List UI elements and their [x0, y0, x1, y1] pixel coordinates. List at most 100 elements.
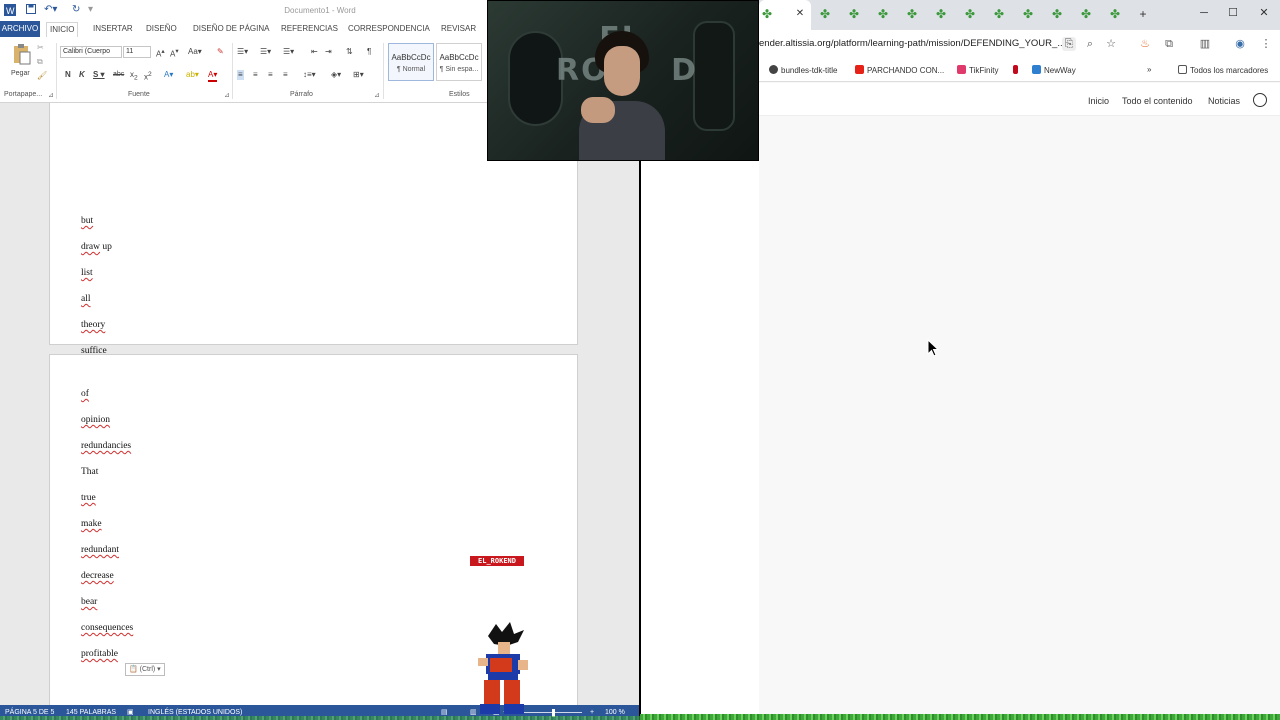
- nav-noticias[interactable]: Noticias: [1208, 96, 1240, 106]
- grow-font-icon[interactable]: A▴: [156, 47, 165, 60]
- clipboard-launcher-icon[interactable]: ⊿: [48, 91, 54, 101]
- document-line[interactable]: list: [81, 268, 93, 278]
- document-line[interactable]: redundancies: [81, 441, 131, 451]
- show-marks-icon[interactable]: ¶: [367, 47, 371, 57]
- document-line[interactable]: redundant: [81, 545, 119, 555]
- document-line[interactable]: all: [81, 294, 91, 304]
- more-bookmarks-icon[interactable]: »: [1147, 65, 1151, 74]
- paste-icon[interactable]: [12, 43, 32, 68]
- paste-options-button[interactable]: 📋 (Ctrl) ▾: [125, 663, 165, 676]
- bookmark-item[interactable]: bundles-tdk-title: [769, 65, 837, 75]
- clear-formatting-icon[interactable]: ✎: [217, 47, 224, 57]
- tab-diseno-de-pagina[interactable]: DISEÑO DE PÁGINA: [193, 24, 269, 33]
- highlight-icon[interactable]: ab▾: [186, 70, 199, 80]
- multilevel-list-icon[interactable]: ☰▾: [283, 47, 294, 57]
- tab-favicon-icon[interactable]: ✤: [1078, 6, 1094, 22]
- cut-icon[interactable]: ✂: [37, 43, 44, 53]
- document-line[interactable]: draw up: [81, 242, 112, 252]
- font-color-icon[interactable]: A▾: [208, 70, 218, 82]
- document-line[interactable]: make: [81, 519, 102, 529]
- text-effects-icon[interactable]: A▾: [164, 70, 173, 80]
- change-case-icon[interactable]: Aa▾: [188, 47, 202, 57]
- minimize-icon[interactable]: ─: [1197, 6, 1211, 20]
- document-line[interactable]: consequences: [81, 623, 133, 633]
- align-center-icon[interactable]: ≡: [253, 70, 258, 80]
- bookmark-item[interactable]: [1013, 65, 1021, 75]
- page-content[interactable]: [759, 116, 1280, 714]
- italic-icon[interactable]: K: [79, 70, 85, 80]
- bullets-icon[interactable]: ☰▾: [237, 47, 248, 57]
- tab-favicon-icon[interactable]: ✤: [846, 6, 862, 22]
- align-left-icon[interactable]: ≡: [237, 70, 244, 80]
- tab-referencias[interactable]: REFERENCIAS: [281, 24, 338, 33]
- close-tab-icon[interactable]: ✕: [792, 6, 808, 22]
- extension-flame-icon[interactable]: ♨: [1138, 37, 1152, 51]
- document-line[interactable]: profitable: [81, 649, 118, 659]
- tab-revisar[interactable]: REVISAR: [441, 24, 476, 33]
- shading-icon[interactable]: ◈▾: [331, 70, 341, 80]
- superscript-icon[interactable]: x2: [144, 70, 152, 83]
- profile-avatar-icon[interactable]: ◉: [1233, 37, 1247, 51]
- tab-favicon-icon[interactable]: ✤: [759, 6, 775, 22]
- document-line[interactable]: but: [81, 216, 93, 226]
- tab-archivo[interactable]: ARCHIVO: [0, 21, 40, 37]
- tab-favicon-icon[interactable]: ✤: [962, 6, 978, 22]
- bookmark-star-icon[interactable]: ☆: [1104, 37, 1118, 51]
- nav-inicio[interactable]: Inicio: [1088, 96, 1109, 106]
- tab-favicon-icon[interactable]: ✤: [817, 6, 833, 22]
- style-sin-espaciado[interactable]: AaBbCcDc ¶ Sin espa...: [436, 43, 482, 81]
- all-bookmarks-folder[interactable]: Todos los marcadores: [1178, 65, 1268, 75]
- extensions-puzzle-icon[interactable]: ⧉: [1162, 37, 1176, 51]
- tab-favicon-icon[interactable]: ✤: [1107, 6, 1123, 22]
- tab-favicon-icon[interactable]: ✤: [875, 6, 891, 22]
- tab-favicon-icon[interactable]: ✤: [1049, 6, 1065, 22]
- document-line[interactable]: theory: [81, 320, 105, 330]
- bookmark-item[interactable]: PARCHANDO CON...: [855, 65, 944, 75]
- tab-favicon-icon[interactable]: ✤: [933, 6, 949, 22]
- borders-icon[interactable]: ⊞▾: [353, 70, 364, 80]
- sort-icon[interactable]: ⇅: [346, 47, 353, 57]
- document-line[interactable]: true: [81, 493, 96, 503]
- nav-todo-el-contenido[interactable]: Todo el contenido: [1122, 96, 1193, 106]
- new-tab-icon[interactable]: +: [1135, 6, 1151, 22]
- maximize-icon[interactable]: ☐: [1226, 6, 1240, 20]
- document-line[interactable]: bear: [81, 597, 97, 607]
- user-account-icon[interactable]: [1253, 93, 1267, 107]
- bookmark-item[interactable]: TikFinity: [957, 65, 998, 75]
- document-line[interactable]: opinion: [81, 415, 110, 425]
- format-painter-icon[interactable]: 🖌: [37, 71, 47, 81]
- paste-button[interactable]: Pegar: [11, 69, 30, 79]
- tab-favicon-icon[interactable]: ✤: [991, 6, 1007, 22]
- font-size-combo[interactable]: 11: [123, 46, 151, 58]
- numbering-icon[interactable]: ☰▾: [260, 47, 271, 57]
- tab-favicon-icon[interactable]: ✤: [904, 6, 920, 22]
- tab-diseno[interactable]: DISEÑO: [146, 24, 177, 33]
- bookmark-item[interactable]: NewWay: [1032, 65, 1076, 75]
- document-line[interactable]: decrease: [81, 571, 114, 581]
- increase-indent-icon[interactable]: ⇥: [325, 47, 332, 57]
- zoom-icon[interactable]: ⌕: [1083, 37, 1097, 51]
- underline-icon[interactable]: S ▾: [93, 70, 105, 80]
- document-area[interactable]: butdraw uplistalltheorysufficeunion repr…: [0, 103, 640, 705]
- font-name-combo[interactable]: Calibri (Cuerpo: [60, 46, 122, 58]
- bold-icon[interactable]: N: [65, 70, 71, 80]
- tab-favicon-icon[interactable]: ✤: [1020, 6, 1036, 22]
- font-launcher-icon[interactable]: ⊿: [224, 91, 230, 101]
- translate-icon[interactable]: ⎘: [1062, 37, 1076, 51]
- url-text[interactable]: ender.altissia.org/platform/learning-pat…: [759, 38, 1065, 49]
- justify-icon[interactable]: ≡: [283, 70, 288, 80]
- tab-correspondencia[interactable]: CORRESPONDENCIA: [348, 24, 430, 33]
- menu-kebab-icon[interactable]: ⋮: [1259, 37, 1273, 51]
- copy-icon[interactable]: ⧉: [37, 57, 43, 67]
- document-line[interactable]: of: [81, 389, 89, 399]
- tab-inicio[interactable]: INICIO: [46, 22, 79, 37]
- strikethrough-icon[interactable]: abc: [113, 70, 124, 80]
- align-right-icon[interactable]: ≡: [268, 70, 273, 80]
- style-normal[interactable]: AaBbCcDc ¶ Normal: [388, 43, 434, 81]
- side-panel-icon[interactable]: ▥: [1198, 37, 1212, 51]
- line-spacing-icon[interactable]: ↕≡▾: [303, 70, 316, 80]
- tab-insertar[interactable]: INSERTAR: [93, 24, 133, 33]
- address-bar[interactable]: ender.altissia.org/platform/learning-pat…: [759, 30, 1280, 58]
- shrink-font-icon[interactable]: A▾: [170, 47, 179, 60]
- decrease-indent-icon[interactable]: ⇤: [311, 47, 318, 57]
